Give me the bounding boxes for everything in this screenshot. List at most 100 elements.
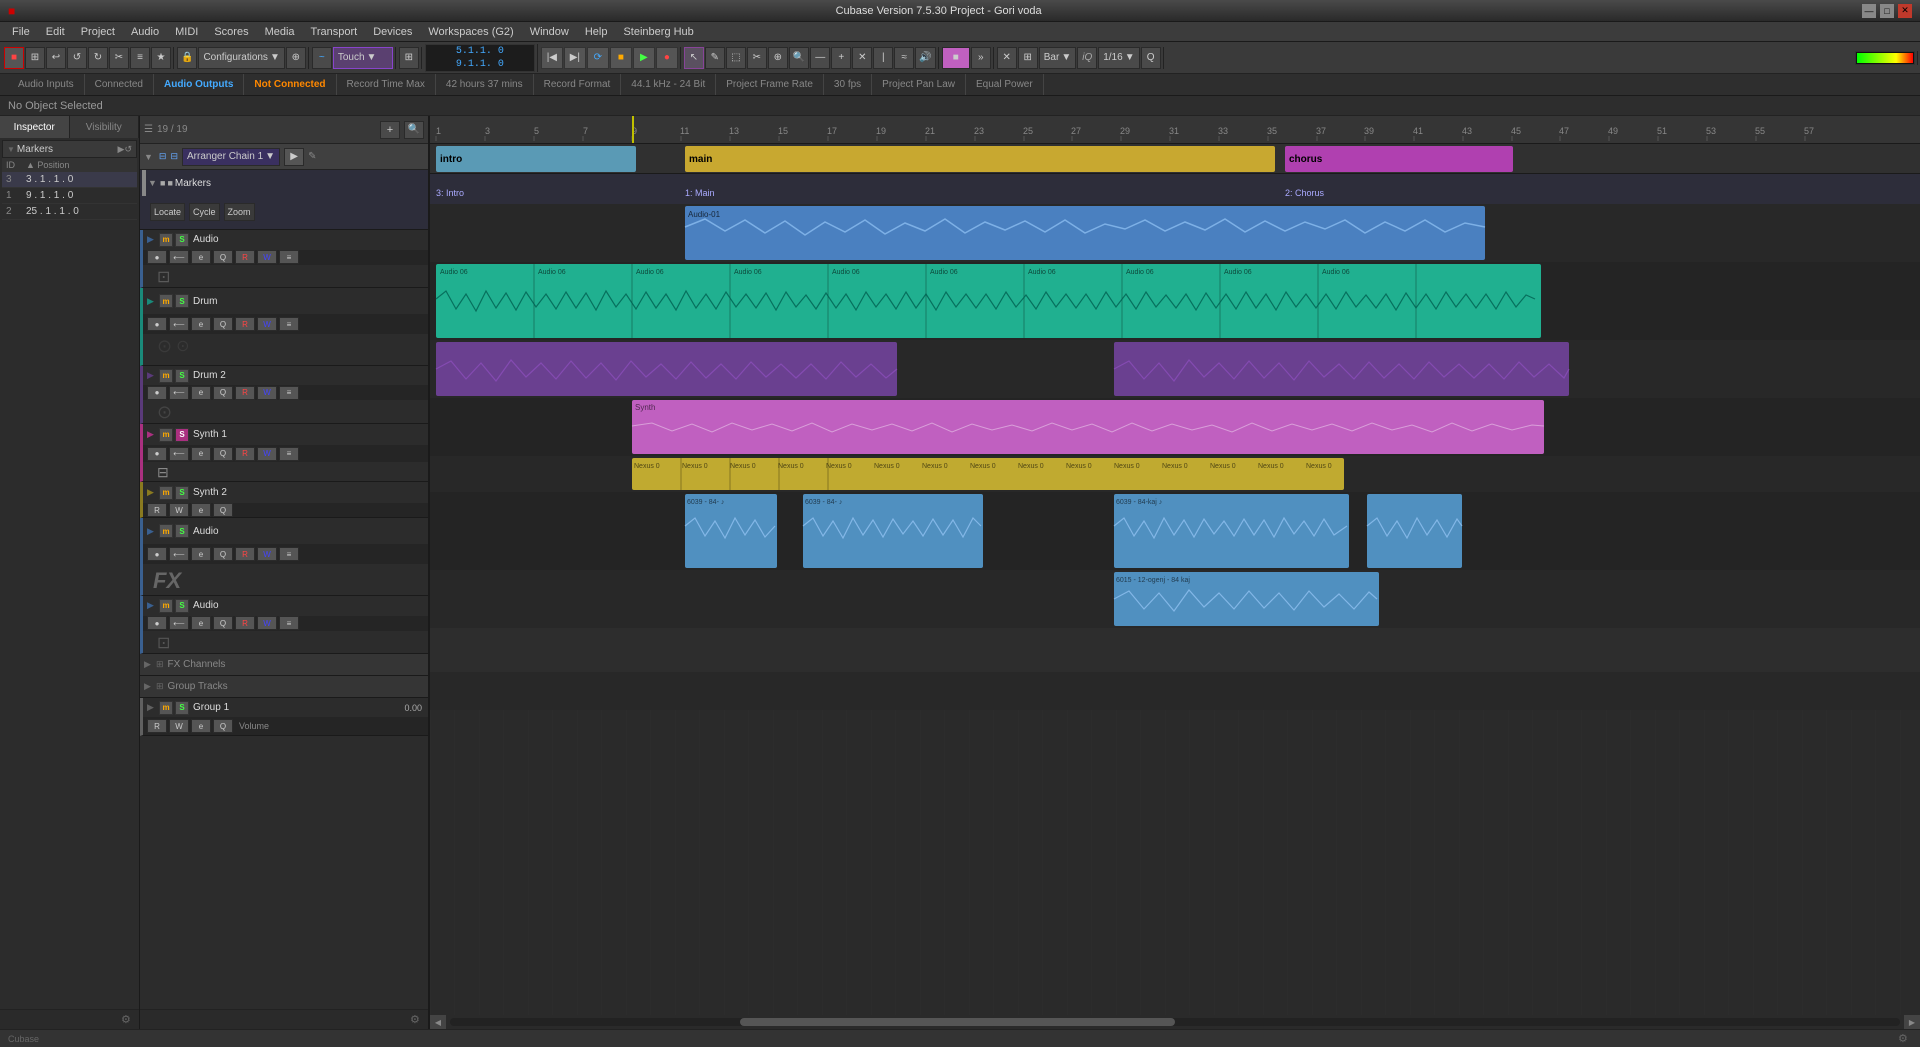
drum2-q-btn[interactable]: Q xyxy=(213,386,233,400)
quantize-dropdown[interactable]: 1/16 ▼ xyxy=(1098,47,1139,69)
audio2-solo-button[interactable]: S xyxy=(175,524,189,538)
tool-erase[interactable]: ⬚ xyxy=(726,47,746,69)
synth1-read-btn[interactable]: ● xyxy=(147,447,167,461)
group1-e-btn[interactable]: e xyxy=(191,719,211,733)
group1-w-btn[interactable]: W xyxy=(169,719,189,733)
audio2-more-btn[interactable]: ≡ xyxy=(279,547,299,561)
drum-expand[interactable]: ▶ xyxy=(147,296,157,307)
audio1-w-btn[interactable]: W xyxy=(257,250,277,264)
group1-q-btn[interactable]: Q xyxy=(213,719,233,733)
audio3-w-btn[interactable]: W xyxy=(257,616,277,630)
tool-mute[interactable]: ✕ xyxy=(852,47,872,69)
audio3-solo-button[interactable]: S xyxy=(175,599,189,613)
toolbar-config-lock[interactable]: 🔒 xyxy=(177,47,197,69)
audio1-expand[interactable]: ▶ xyxy=(147,234,157,245)
audio3-e-btn[interactable]: e xyxy=(191,616,211,630)
settings-icon[interactable]: ⚙ xyxy=(121,1013,135,1027)
synth2-w-btn[interactable]: W xyxy=(169,503,189,517)
drum2-write-btn[interactable]: ⟵ xyxy=(169,386,189,400)
toolbar-btn-5[interactable]: ≡ xyxy=(130,47,150,69)
info-connected[interactable]: Connected xyxy=(85,74,154,95)
toolbar-right-1[interactable]: ✕ xyxy=(997,47,1017,69)
menu-steinberg-hub[interactable]: Steinberg Hub xyxy=(615,24,701,40)
tool-draw[interactable]: ✎ xyxy=(705,47,725,69)
menu-scores[interactable]: Scores xyxy=(206,24,256,40)
transport-record[interactable]: ● xyxy=(656,47,678,69)
audio3-read-btn[interactable]: ● xyxy=(147,616,167,630)
menu-workspaces[interactable]: Workspaces (G2) xyxy=(420,24,521,40)
audio1-e-btn[interactable]: e xyxy=(191,250,211,264)
drum-solo-button[interactable]: S xyxy=(175,294,189,308)
marker-locate-button[interactable]: Locate xyxy=(150,203,185,221)
toolbar-more[interactable]: » xyxy=(971,47,991,69)
audio3-expand[interactable]: ▶ xyxy=(147,600,157,611)
menu-media[interactable]: Media xyxy=(257,24,303,40)
synth1-r-btn[interactable]: R xyxy=(235,447,255,461)
audio2-e-btn[interactable]: e xyxy=(191,547,211,561)
tool-5[interactable]: | xyxy=(873,47,893,69)
drum2-solo-button[interactable]: S xyxy=(175,369,189,383)
scrollbar-right-btn[interactable]: ▶ xyxy=(1904,1015,1920,1029)
synth1-write-btn[interactable]: ⟵ xyxy=(169,447,189,461)
audio1-q-btn[interactable]: Q xyxy=(213,250,233,264)
group-tracks-expand[interactable]: ▶ xyxy=(144,681,154,692)
toolbar-btn-6[interactable]: ★ xyxy=(151,47,171,69)
synth2-q-btn[interactable]: Q xyxy=(213,503,233,517)
drum2-read-btn[interactable]: ● xyxy=(147,386,167,400)
audio3-more-btn[interactable]: ≡ xyxy=(279,616,299,630)
marker-track-expand[interactable]: ▼ xyxy=(148,178,158,188)
synth1-mute-button[interactable]: m xyxy=(159,428,173,442)
synth2-r-btn[interactable]: R xyxy=(147,503,167,517)
transport-goto-start[interactable]: |◀ xyxy=(541,47,563,69)
group1-r-btn[interactable]: R xyxy=(147,719,167,733)
toolbar-iQ-icon[interactable]: iQ xyxy=(1077,47,1097,69)
menu-devices[interactable]: Devices xyxy=(365,24,420,40)
scrollbar-left-btn[interactable]: ◀ xyxy=(430,1015,446,1029)
arranger-play-button[interactable]: ▶ xyxy=(284,148,304,166)
drum2-more-btn[interactable]: ≡ xyxy=(279,386,299,400)
audio1-read-btn[interactable]: ● xyxy=(147,250,167,264)
audio3-r-btn[interactable]: R xyxy=(235,616,255,630)
drum-q-btn[interactable]: Q xyxy=(213,317,233,331)
menu-edit[interactable]: Edit xyxy=(38,24,73,40)
arranger-block-intro[interactable] xyxy=(436,146,636,172)
audio3-write-btn[interactable]: ⟵ xyxy=(169,616,189,630)
audio1-write-btn[interactable]: ⟵ xyxy=(169,250,189,264)
horizontal-scrollbar-track[interactable] xyxy=(450,1018,1900,1026)
tool-zoom-in[interactable]: + xyxy=(831,47,851,69)
toolbar-btn-1[interactable]: ■ xyxy=(4,47,24,69)
tool-select[interactable]: ↖ xyxy=(684,47,704,69)
audio1-mute-button[interactable]: m xyxy=(159,233,173,247)
synth1-solo-button[interactable]: S xyxy=(175,428,189,442)
menu-file[interactable]: File xyxy=(4,24,38,40)
marker-zoom-button[interactable]: Zoom xyxy=(224,203,255,221)
drum2-e-btn[interactable]: e xyxy=(191,386,211,400)
marker-row-1[interactable]: 1 9 . 1 . 1 . 0 xyxy=(2,188,137,204)
menu-transport[interactable]: Transport xyxy=(303,24,366,40)
tool-glue[interactable]: ⊕ xyxy=(768,47,788,69)
drum2-expand[interactable]: ▶ xyxy=(147,370,157,381)
audio1-r-btn[interactable]: R xyxy=(235,250,255,264)
menu-help[interactable]: Help xyxy=(577,24,616,40)
audio2-r-btn[interactable]: R xyxy=(235,547,255,561)
audio2-read-btn[interactable]: ● xyxy=(147,547,167,561)
drum-read-btn[interactable]: ● xyxy=(147,317,167,331)
group1-mute-button[interactable]: m xyxy=(159,701,173,715)
toolbar-btn-3[interactable]: ↩ xyxy=(46,47,66,69)
synth2-solo-button[interactable]: S xyxy=(175,486,189,500)
audio2-expand[interactable]: ▶ xyxy=(147,526,157,537)
info-not-connected[interactable]: Not Connected xyxy=(244,74,336,95)
tool-zoom-out[interactable]: — xyxy=(810,47,830,69)
drum-e-btn[interactable]: e xyxy=(191,317,211,331)
audio1-solo-button[interactable]: S xyxy=(175,233,189,247)
fx-channels-expand[interactable]: ▶ xyxy=(144,659,154,670)
toolbar-btn-cut[interactable]: ✂ xyxy=(109,47,129,69)
info-audio-inputs[interactable]: Audio Inputs xyxy=(8,74,85,95)
audio3-q-btn[interactable]: Q xyxy=(213,616,233,630)
drum-r-btn[interactable]: R xyxy=(235,317,255,331)
drum2-mute-button[interactable]: m xyxy=(159,369,173,383)
inspector-tab[interactable]: Inspector xyxy=(0,116,70,138)
info-audio-outputs[interactable]: Audio Outputs xyxy=(154,74,244,95)
synth1-e-btn[interactable]: e xyxy=(191,447,211,461)
toolbar-grid-icon[interactable]: ⊞ xyxy=(399,47,419,69)
